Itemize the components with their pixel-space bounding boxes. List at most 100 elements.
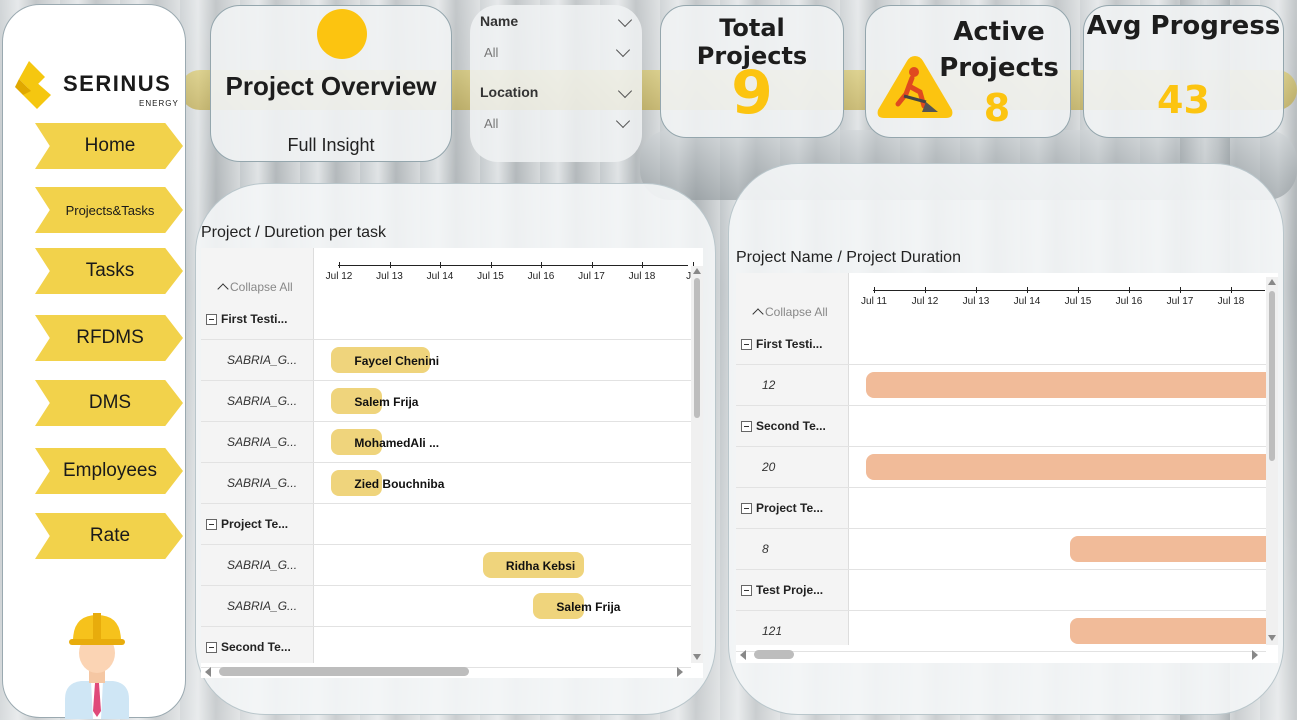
overview-subtitle: Full Insight: [287, 135, 375, 155]
nav-employees-button[interactable]: Employees: [35, 448, 183, 494]
scroll-right-arrow-icon[interactable]: [1252, 650, 1258, 660]
timeline-tick-label: Jul 15: [477, 271, 504, 282]
timeline-tick: [541, 262, 542, 268]
vertical-scroll-thumb[interactable]: [694, 278, 700, 418]
scroll-down-arrow-icon[interactable]: [693, 654, 701, 660]
vertical-scrollbar[interactable]: [691, 266, 703, 663]
timeline-tick-label: Jul 16: [527, 271, 555, 282]
project-overview-card: Project Overview Full Insight: [210, 5, 452, 162]
project-duration-label: 20: [762, 460, 776, 474]
project-bar[interactable]: [866, 372, 1266, 398]
total-projects-value: 9: [731, 58, 773, 128]
group-label: First Testi...: [221, 312, 288, 326]
project-gantt-chart: Collapse All Jul 11 Jul 12 Jul 13 Jul 14 Jul…: [736, 273, 1278, 663]
location-filter-dropdown[interactable]: All: [476, 112, 636, 138]
timeline-tick: [1129, 287, 1130, 293]
collapse-group-icon[interactable]: [206, 314, 217, 325]
timeline-tick: [339, 262, 340, 268]
timeline-tick: [389, 262, 391, 268]
scroll-up-arrow-icon[interactable]: [693, 268, 701, 274]
collapse-group-icon[interactable]: [741, 421, 752, 432]
task-bar-label: Salem Frija: [556, 600, 621, 614]
brand-logo: SERINUS ENERGY: [15, 61, 180, 113]
group-label: Project Te...: [756, 501, 824, 515]
avg-progress-title: Avg Progress: [1086, 11, 1281, 41]
timeline-axis: [338, 265, 688, 266]
nav-rfdms-button[interactable]: RFDMS: [35, 315, 183, 361]
nav-dms-button[interactable]: DMS: [35, 380, 183, 426]
task-label: SABRIA_G...: [227, 558, 298, 572]
task-label: SABRIA_G...: [227, 599, 298, 613]
collapse-all-button[interactable]: Collapse All: [217, 280, 293, 295]
group-label: First Testi...: [756, 337, 823, 351]
chevron-down-icon[interactable]: [617, 83, 633, 99]
nav-home-button[interactable]: Home: [35, 123, 183, 169]
timeline-axis: [873, 290, 1265, 291]
timeline-tick: [591, 262, 593, 268]
horizontal-scroll-thumb[interactable]: [219, 667, 469, 676]
collapse-all-label: Collapse All: [230, 280, 293, 294]
timeline-tick-label: Jul 11: [861, 296, 887, 307]
timeline-tick: [874, 287, 875, 293]
timeline-tick-label: Jul 17: [578, 271, 605, 282]
task-bar-label: Ridha Kebsi: [505, 559, 576, 573]
nav-projects-tasks-button[interactable]: Projects&Tasks: [35, 187, 183, 233]
timeline-tick: [1078, 287, 1079, 293]
timeline-tick-label: Jul 13: [376, 271, 403, 282]
task-bar-label: Faycel Chenini: [354, 354, 440, 368]
horizontal-scroll-thumb[interactable]: [754, 650, 794, 659]
scroll-down-arrow-icon[interactable]: [1268, 635, 1276, 641]
brand-name: SERINUS: [63, 71, 172, 96]
horizontal-scrollbar[interactable]: [736, 648, 1266, 661]
timeline-tick: [925, 287, 926, 293]
timeline-tick-label: Jul 18: [1217, 296, 1245, 307]
timeline-tick-label: Jul 12: [911, 296, 939, 307]
avg-progress-card: Avg Progress 43: [1083, 5, 1284, 138]
project-gantt-title: Project Name / Project Duration: [736, 249, 961, 266]
brand-sub: ENERGY: [139, 99, 179, 108]
vertical-scroll-thumb[interactable]: [1269, 291, 1275, 461]
project-bar[interactable]: [866, 454, 1266, 480]
project-duration-label: 121: [762, 624, 783, 638]
timeline-tick-label: Jul 14: [426, 271, 454, 282]
project-duration-label: 8: [762, 542, 769, 556]
collapse-group-icon[interactable]: [741, 339, 752, 350]
active-projects-value: 8: [983, 86, 1011, 130]
scroll-left-arrow-icon[interactable]: [740, 650, 746, 660]
task-label: SABRIA_G...: [227, 435, 298, 449]
timeline-tick: [490, 262, 492, 268]
collapse-group-icon[interactable]: [741, 503, 752, 514]
timeline-tick-label: Jul 15: [1064, 296, 1092, 307]
avg-progress-value: 43: [1157, 78, 1210, 122]
nav-rate-button[interactable]: Rate: [35, 513, 183, 559]
caret-up-icon: [217, 283, 229, 295]
task-bar-label: Zied Bouchniba: [354, 477, 445, 491]
group-label: Project Te...: [221, 517, 289, 531]
timeline-tick-label: Jul 18: [628, 271, 656, 282]
nav-tasks-button[interactable]: Tasks: [35, 248, 183, 294]
name-filter-dropdown[interactable]: All: [476, 41, 636, 67]
timeline-tick: [1180, 287, 1181, 293]
scroll-right-arrow-icon[interactable]: [677, 667, 683, 677]
filters-panel: Name All Location All: [470, 5, 642, 162]
sidebar: SERINUS ENERGY Home Projects&Tasks Tasks…: [2, 4, 186, 719]
horizontal-scrollbar[interactable]: [201, 665, 691, 678]
timeline-tick: [1027, 287, 1028, 293]
timeline-tick-label: Jul 12: [325, 271, 353, 282]
collapse-group-icon[interactable]: [206, 642, 217, 653]
task-gantt-title: Project / Duretion per task: [201, 224, 386, 241]
collapse-all-button[interactable]: Collapse All: [752, 305, 828, 320]
scroll-up-arrow-icon[interactable]: [1268, 279, 1276, 285]
chevron-down-icon[interactable]: [617, 12, 633, 28]
group-label: Second Te...: [221, 640, 291, 654]
vertical-scrollbar[interactable]: [1266, 277, 1278, 645]
overview-title: Project Overview: [225, 71, 437, 101]
scroll-left-arrow-icon[interactable]: [205, 667, 211, 677]
project-duration-label: 12: [762, 378, 776, 392]
collapse-group-icon[interactable]: [206, 519, 217, 530]
project-bar[interactable]: [1070, 618, 1266, 644]
sun-icon: [317, 9, 367, 59]
collapse-group-icon[interactable]: [741, 585, 752, 596]
timeline-tick-label: Jul 17: [1166, 296, 1194, 307]
project-bar[interactable]: [1070, 536, 1266, 562]
